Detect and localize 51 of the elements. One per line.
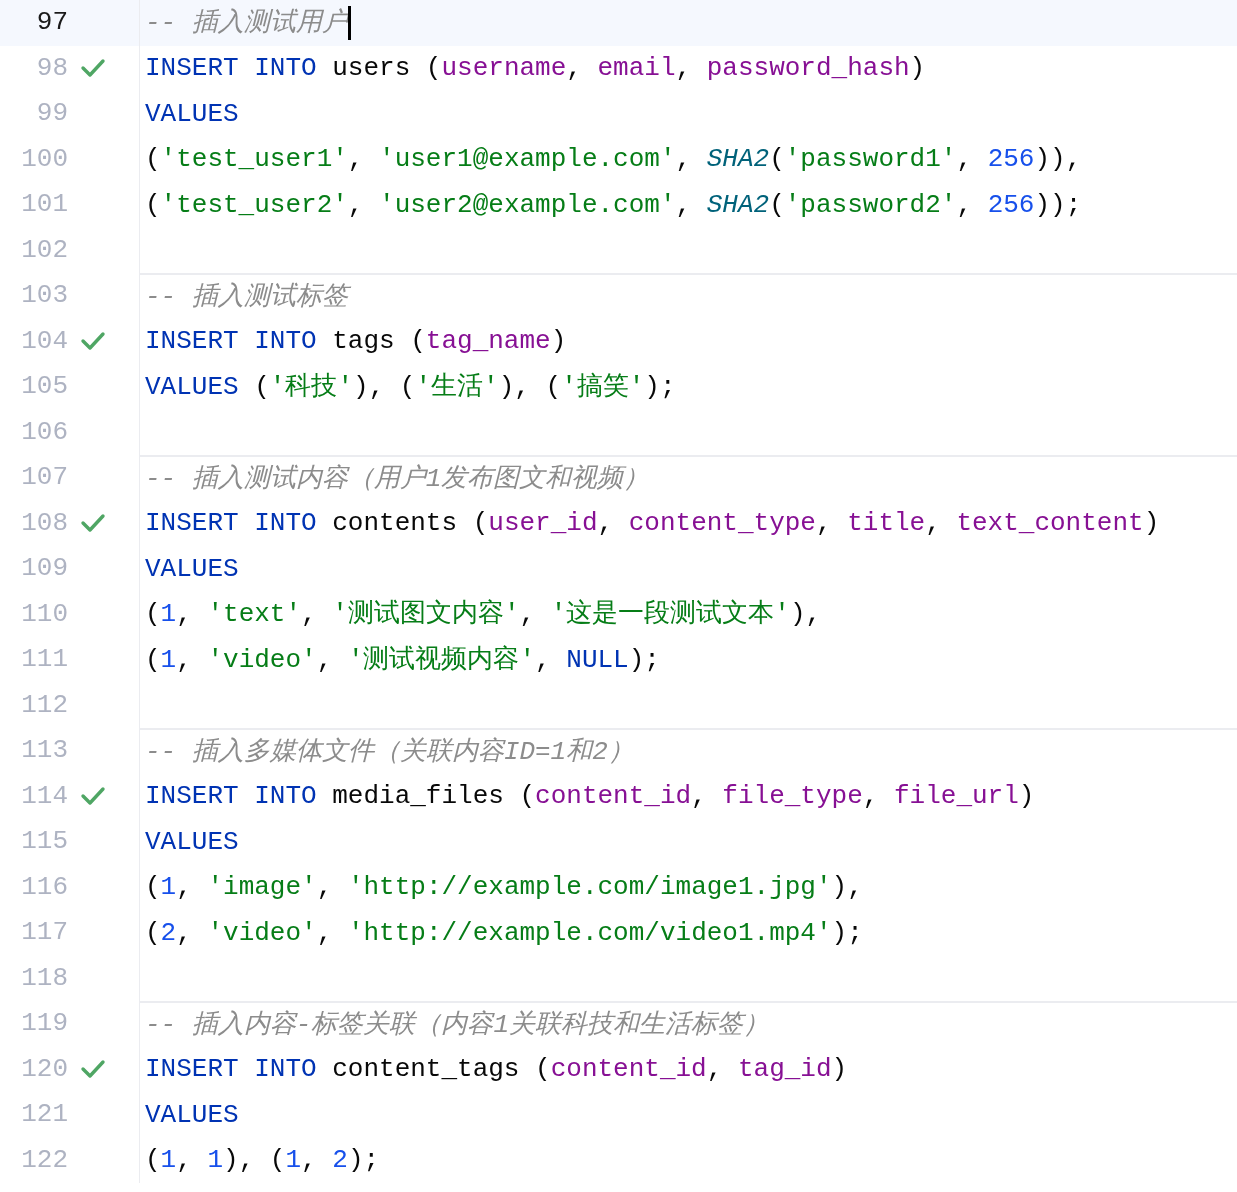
code-line: VALUES ('科技'), ('生活'), ('搞笑'); <box>145 373 676 400</box>
line-number: 100 <box>20 142 68 176</box>
line-number: 101 <box>20 188 68 222</box>
line-number: 113 <box>20 734 68 768</box>
code-line: VALUES <box>145 1101 239 1128</box>
check-icon <box>80 57 106 80</box>
code-line: VALUES <box>145 828 239 855</box>
line-number: 105 <box>20 370 68 404</box>
line-number: 107 <box>20 461 68 495</box>
code-line: INSERT INTO users (username, email, password_hash) <box>145 55 926 82</box>
line-number: 109 <box>20 552 68 586</box>
code-line: VALUES <box>145 100 239 127</box>
code-line: INSERT INTO content_tags (content_id, tag_id) <box>145 1056 848 1083</box>
line-number: 110 <box>20 597 68 631</box>
line-number: 98 <box>35 51 68 85</box>
line-number: 119 <box>20 1007 68 1041</box>
check-icon <box>80 330 106 353</box>
line-number: 97 <box>35 6 68 40</box>
line-number: 116 <box>20 870 68 904</box>
code-line: -- 插入测试内容（用户1发布图文和视频） <box>145 465 650 492</box>
line-number: 117 <box>20 916 68 950</box>
code-line: (1, 'video', '测试视频内容', NULL); <box>145 646 660 673</box>
code-line: VALUES <box>145 555 239 582</box>
check-icon <box>80 512 106 535</box>
line-number: 103 <box>20 279 68 313</box>
line-number: 111 <box>20 643 68 677</box>
code-line: -- 插入内容-标签关联（内容1关联科技和生活标签） <box>145 1011 769 1038</box>
line-number: 99 <box>35 97 68 131</box>
code-line: ('test_user1', 'user1@example.com', SHA2('password1', 256)), <box>145 146 1082 173</box>
code-line: INSERT INTO media_files (content_id, file_type, file_url) <box>145 783 1035 810</box>
check-icon <box>80 785 106 808</box>
code-line: ('test_user2', 'user2@example.com', SHA2('password2', 256)); <box>145 191 1082 218</box>
code-line: (1, 'text', '测试图文内容', '这是一段测试文本'), <box>145 601 822 628</box>
check-icon <box>80 1058 106 1081</box>
code-line: (1, 1), (1, 2); <box>145 1147 380 1174</box>
code-line: INSERT INTO tags (tag_name) <box>145 328 567 355</box>
code-line: -- 插入多媒体文件（关联内容ID=1和2） <box>145 738 634 765</box>
line-number: 118 <box>20 961 68 995</box>
line-number: 104 <box>20 324 68 358</box>
line-number: 114 <box>20 779 68 813</box>
line-number: 106 <box>20 415 68 449</box>
line-number: 102 <box>20 233 68 267</box>
code-line: (2, 'video', 'http://example.com/video1.mp4'); <box>145 919 863 946</box>
line-number: 112 <box>20 688 68 722</box>
line-number: 115 <box>20 825 68 859</box>
line-number: 122 <box>20 1143 68 1177</box>
line-number: 121 <box>20 1098 68 1132</box>
line-number: 120 <box>20 1052 68 1086</box>
code-line: (1, 'image', 'http://example.com/image1.jpg'), <box>145 874 863 901</box>
line-number: 108 <box>20 506 68 540</box>
code-line: INSERT INTO contents (user_id, content_type, title, text_content) <box>145 510 1160 537</box>
